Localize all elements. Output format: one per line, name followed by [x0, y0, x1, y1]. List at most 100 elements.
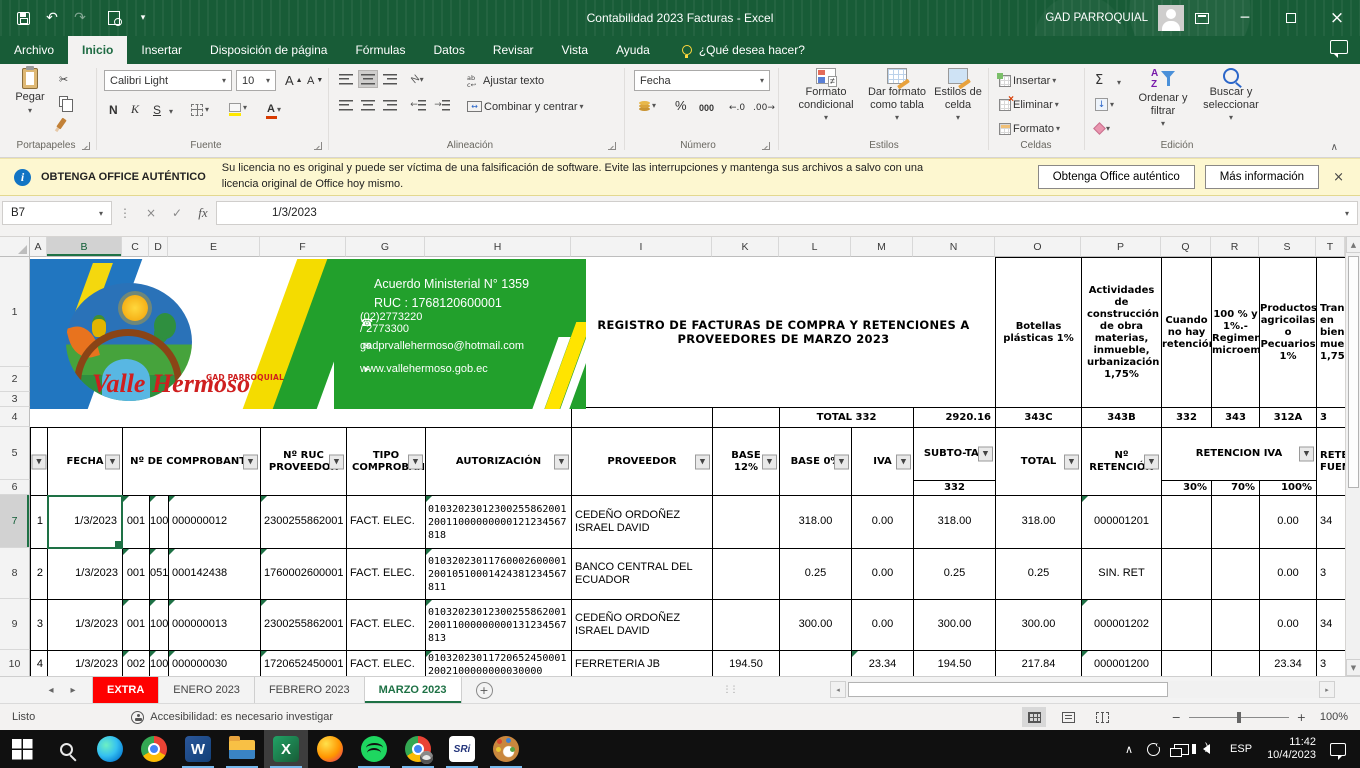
- taskbar-sri-icon[interactable]: SRi: [440, 730, 484, 768]
- filter-icon[interactable]: ▼: [329, 454, 344, 469]
- cell-E8[interactable]: 000142438: [168, 548, 261, 600]
- decrease-indent-icon[interactable]: ←: [408, 96, 428, 114]
- tab-vista[interactable]: Vista: [548, 36, 602, 64]
- cell-M7[interactable]: 0.00: [851, 495, 914, 549]
- cell-C9[interactable]: 001: [122, 599, 150, 651]
- autosum-dropdown-icon[interactable]: ▾: [1114, 73, 1124, 92]
- cell-K7[interactable]: [712, 495, 780, 549]
- col-header-C[interactable]: C: [122, 237, 149, 257]
- row-header-7[interactable]: 7: [0, 495, 30, 548]
- zoom-slider-thumb[interactable]: [1237, 712, 1241, 723]
- cell-T1[interactable]: Transferencia en bienes muebles 1,75%: [1316, 257, 1345, 408]
- insert-function-icon[interactable]: fx: [190, 201, 216, 225]
- cell-G7[interactable]: FACT. ELEC.: [346, 495, 426, 549]
- filter-icon[interactable]: ▼: [695, 454, 710, 469]
- align-top-icon[interactable]: [336, 70, 356, 88]
- cell-P5[interactable]: Nº RETENCIÓN▼: [1081, 427, 1162, 496]
- more-info-button[interactable]: Más información: [1205, 165, 1319, 189]
- increase-decimal-icon[interactable]: ←.0: [726, 98, 748, 117]
- close-button[interactable]: ×: [1314, 0, 1360, 36]
- cell-S9[interactable]: 0.00: [1259, 599, 1317, 651]
- normal-view-button[interactable]: [1022, 707, 1046, 727]
- taskbar-paint-icon[interactable]: [484, 730, 528, 768]
- cell-T7[interactable]: 34: [1316, 495, 1345, 549]
- shrink-font-button[interactable]: A▼: [304, 71, 326, 90]
- cell-F9[interactable]: 2300255862001: [260, 599, 347, 651]
- col-header-T[interactable]: T: [1316, 237, 1345, 257]
- format-cells-button[interactable]: Formato▾: [996, 119, 1063, 138]
- cell-Q7[interactable]: [1161, 495, 1212, 549]
- cell-R8[interactable]: [1211, 548, 1260, 600]
- format-painter-icon[interactable]: [56, 114, 67, 133]
- copy-icon[interactable]: [56, 92, 71, 111]
- tab-disposición-de-página[interactable]: Disposición de página: [196, 36, 341, 64]
- cell-K4[interactable]: [712, 407, 780, 428]
- tab-fórmulas[interactable]: Fórmulas: [341, 36, 419, 64]
- cell-E10[interactable]: 000000030: [168, 650, 261, 676]
- cell-D8[interactable]: 051: [149, 548, 169, 600]
- avatar[interactable]: [1158, 5, 1184, 31]
- cell-I10[interactable]: FERRETERIA JB: [571, 650, 713, 676]
- sheet-nav-left-icon[interactable]: ◂: [40, 677, 62, 703]
- filter-icon[interactable]: ▼: [834, 454, 849, 469]
- cell-S1[interactable]: Productos agricoilas o Pecuarios 1%: [1259, 257, 1317, 408]
- cell-M8[interactable]: 0.00: [851, 548, 914, 600]
- borders-icon[interactable]: ▾: [188, 100, 212, 119]
- tab-archivo[interactable]: Archivo: [0, 36, 68, 64]
- wrap-text-button[interactable]: abc↩ Ajustar texto: [464, 71, 547, 90]
- tell-me-search[interactable]: ¿Qué desea hacer?: [682, 36, 805, 64]
- cell-Q9[interactable]: [1161, 599, 1212, 651]
- align-right-icon[interactable]: [380, 96, 400, 114]
- zoom-slider[interactable]: [1189, 717, 1289, 718]
- confirm-entry-icon[interactable]: ✓: [164, 201, 190, 225]
- tray-expand-icon[interactable]: ∧: [1118, 730, 1140, 768]
- row-header-10[interactable]: 10: [0, 650, 30, 676]
- select-all-corner[interactable]: [0, 237, 30, 257]
- cell-A10[interactable]: 4: [30, 650, 48, 676]
- align-bottom-icon[interactable]: [380, 70, 400, 88]
- print-preview-icon[interactable]: [100, 0, 128, 36]
- cell-F8[interactable]: 1760002600001: [260, 548, 347, 600]
- row-header-1[interactable]: 1: [0, 257, 30, 367]
- cell-L7[interactable]: 318.00: [779, 495, 852, 549]
- cell-S7[interactable]: 0.00: [1259, 495, 1317, 549]
- warning-close-icon[interactable]: ×: [1333, 170, 1344, 185]
- page-break-view-button[interactable]: [1090, 707, 1114, 727]
- col-header-K[interactable]: K: [712, 237, 779, 257]
- cell-B5[interactable]: FECHA▼: [47, 427, 123, 496]
- filter-icon[interactable]: ▼: [32, 454, 47, 469]
- col-header-E[interactable]: E: [168, 237, 260, 257]
- cell-B7[interactable]: 1/3/2023: [47, 495, 123, 549]
- col-header-O[interactable]: O: [995, 237, 1081, 257]
- cell-A9[interactable]: 3: [30, 599, 48, 651]
- number-format-select[interactable]: Fecha▾: [634, 70, 770, 91]
- cell-O8[interactable]: 0.25: [995, 548, 1082, 600]
- hscroll-left-icon[interactable]: ◂: [830, 681, 846, 698]
- tab-insertar[interactable]: Insertar: [127, 36, 196, 64]
- filter-icon[interactable]: ▼: [1064, 454, 1079, 469]
- name-box[interactable]: B7▾: [2, 201, 112, 225]
- cell-L10[interactable]: [779, 650, 852, 676]
- cell-I4[interactable]: [571, 407, 713, 428]
- cell-P10[interactable]: 000001200: [1081, 650, 1162, 676]
- cell-Q5[interactable]: RETENCION IVA▼: [1161, 427, 1317, 481]
- cell-Q1[interactable]: Cuando no hay retención: [1161, 257, 1212, 408]
- filter-icon[interactable]: ▼: [896, 454, 911, 469]
- cut-icon[interactable]: ✂: [56, 70, 71, 89]
- bold-button[interactable]: N: [106, 100, 121, 119]
- taskbar-search-icon[interactable]: [44, 730, 88, 768]
- fill-icon[interactable]: ↓▾: [1092, 95, 1117, 114]
- tray-app-icon[interactable]: [1140, 730, 1167, 768]
- cell-A8[interactable]: 2: [30, 548, 48, 600]
- cell-S6[interactable]: 100%: [1259, 480, 1317, 496]
- cell-I1[interactable]: REGISTRO DE FACTURAS DE COMPRA Y RETENCI…: [571, 257, 996, 408]
- align-center-icon[interactable]: [358, 96, 378, 114]
- cell-O1[interactable]: Botellas plásticas 1%: [995, 257, 1082, 408]
- cell-H7[interactable]: 0103202301230025586200120011000000000121…: [425, 495, 572, 549]
- delete-cells-button[interactable]: Eliminar▾: [996, 95, 1062, 114]
- formula-input[interactable]: 1/3/2023▾: [216, 201, 1358, 225]
- paste-button[interactable]: Pegar▾: [8, 68, 52, 115]
- tab-datos[interactable]: Datos: [419, 36, 478, 64]
- cell-Q4[interactable]: 332: [1161, 407, 1212, 428]
- filter-icon[interactable]: ▼: [978, 447, 993, 462]
